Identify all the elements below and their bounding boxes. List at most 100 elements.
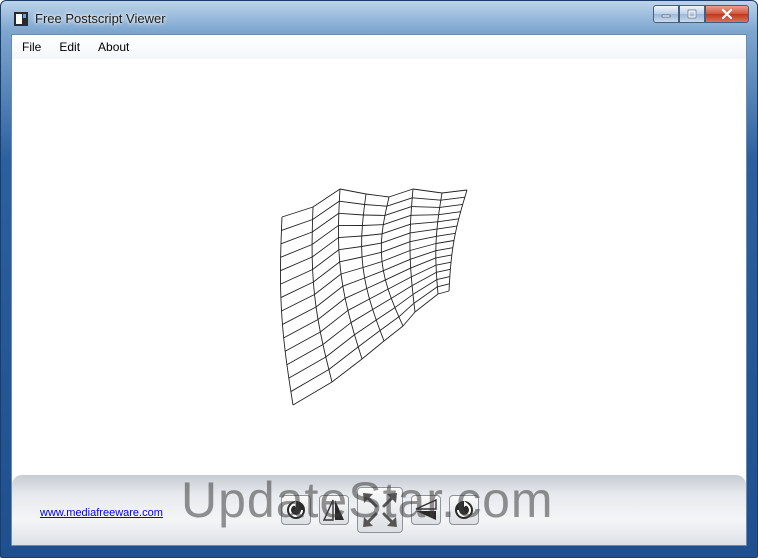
wireframe-line — [362, 224, 384, 226]
wireframe-line — [338, 246, 362, 251]
wireframe-line — [357, 330, 381, 348]
wireframe-line — [280, 256, 313, 272]
postscript-app-icon — [13, 11, 29, 27]
wireframe-line — [365, 193, 390, 198]
wireframe-line — [362, 261, 383, 268]
wireframe-line — [311, 225, 339, 245]
wireframe-line — [439, 203, 463, 208]
minimize-button[interactable] — [653, 5, 679, 23]
document-canvas[interactable] — [12, 59, 746, 475]
wireframe-line — [339, 200, 365, 205]
rotate-left-button[interactable] — [281, 495, 311, 525]
rotate-counterclockwise-icon — [287, 501, 305, 519]
flip-vertical-icon — [415, 498, 437, 520]
wireframe-line — [364, 270, 384, 279]
wireframe-line — [391, 285, 413, 299]
wireframe-line — [381, 223, 411, 235]
flip-horizontal-button[interactable] — [319, 495, 349, 525]
wireframe-line — [281, 219, 313, 231]
expand-arrows-icon — [363, 493, 397, 527]
title-bar[interactable]: Free Postscript Viewer — [1, 1, 757, 35]
wireframe-line — [383, 325, 404, 342]
wireframe-line — [361, 233, 383, 237]
flip-horizontal-icon — [322, 499, 344, 521]
wireframe-line — [364, 204, 387, 207]
wireframe-line — [281, 206, 314, 218]
wireframe-line — [312, 188, 341, 208]
wireframe-line — [280, 269, 313, 285]
wireframe-line — [315, 285, 344, 308]
wireframe-line — [383, 214, 412, 226]
wireframe-line — [311, 237, 339, 258]
maximize-button[interactable] — [679, 5, 705, 23]
wireframe-line — [338, 235, 362, 239]
wireframe-line — [435, 240, 455, 244]
wireframe-line — [342, 277, 365, 287]
wireframe-line — [388, 188, 414, 198]
wireframe-line — [350, 309, 373, 323]
wireframe-line — [381, 241, 411, 253]
wireframe-line — [379, 316, 400, 331]
wireframe-line — [331, 358, 363, 383]
wireframe-line — [410, 221, 438, 225]
wireframe-line — [361, 340, 385, 360]
wireframe-line — [394, 294, 414, 308]
wireframe-line — [413, 286, 438, 304]
wireframe-line — [410, 214, 439, 216]
wireframe-line — [437, 283, 450, 288]
menu-edit[interactable]: Edit — [51, 35, 88, 59]
wireframe-line — [410, 250, 436, 260]
wireframe-line — [411, 206, 440, 208]
menu-about[interactable]: About — [90, 35, 137, 59]
wireframe-line — [409, 235, 437, 243]
wireframe-line — [381, 250, 411, 262]
wireframe-curve — [380, 196, 404, 327]
close-icon — [721, 8, 733, 20]
menu-file[interactable]: File — [14, 35, 49, 59]
wireframe-line — [344, 288, 367, 299]
flip-vertical-button[interactable] — [411, 495, 441, 525]
app-window: Free Postscript Viewer File Edit About w… — [0, 0, 758, 558]
wireframe-line — [412, 188, 443, 194]
client-area: File Edit About www.mediafreeware.com — [11, 34, 747, 546]
wireframe-line — [440, 196, 465, 201]
wireframe-line — [437, 290, 450, 295]
wireframe-line — [441, 189, 468, 194]
wireframe-line — [314, 273, 342, 295]
wireframe-line — [409, 243, 437, 251]
caption-buttons — [653, 5, 749, 25]
wireframe-line — [361, 242, 382, 247]
website-link[interactable]: www.mediafreeware.com — [40, 507, 163, 519]
wireframe-line — [339, 256, 363, 263]
wireframe-line — [438, 211, 461, 216]
close-button[interactable] — [705, 5, 749, 23]
wireframe-line — [290, 369, 330, 392]
wireframe-line — [381, 232, 411, 244]
wireframe-line — [284, 331, 321, 352]
wireframe-line — [361, 251, 382, 258]
wireframe-line — [384, 206, 412, 216]
fit-to-window-button[interactable] — [357, 487, 403, 533]
wireframe-line — [311, 212, 340, 233]
wireframe-line — [435, 261, 452, 266]
wireframe-line — [387, 276, 412, 290]
wireframe-line — [412, 279, 438, 295]
rotate-right-button[interactable] — [449, 495, 479, 525]
wireframe-line — [398, 302, 415, 318]
wireframe-line — [292, 381, 333, 406]
wireframe-line — [436, 232, 456, 237]
wireframe-line — [280, 281, 314, 298]
wireframe-line — [436, 268, 451, 273]
wireframe-line — [340, 267, 364, 275]
wireframe-line — [325, 334, 355, 358]
wireframe-line — [369, 288, 389, 300]
wireframe-line — [385, 267, 411, 281]
wireframe-line — [436, 276, 450, 281]
wireframe-line — [312, 200, 340, 220]
wireframe-line — [354, 319, 377, 336]
wireframe-line — [282, 306, 317, 325]
wireframe-line — [366, 279, 386, 289]
wireframe-line — [313, 261, 340, 283]
bottom-toolbar: www.mediafreeware.com — [12, 475, 746, 545]
wireframe-line — [436, 225, 458, 230]
